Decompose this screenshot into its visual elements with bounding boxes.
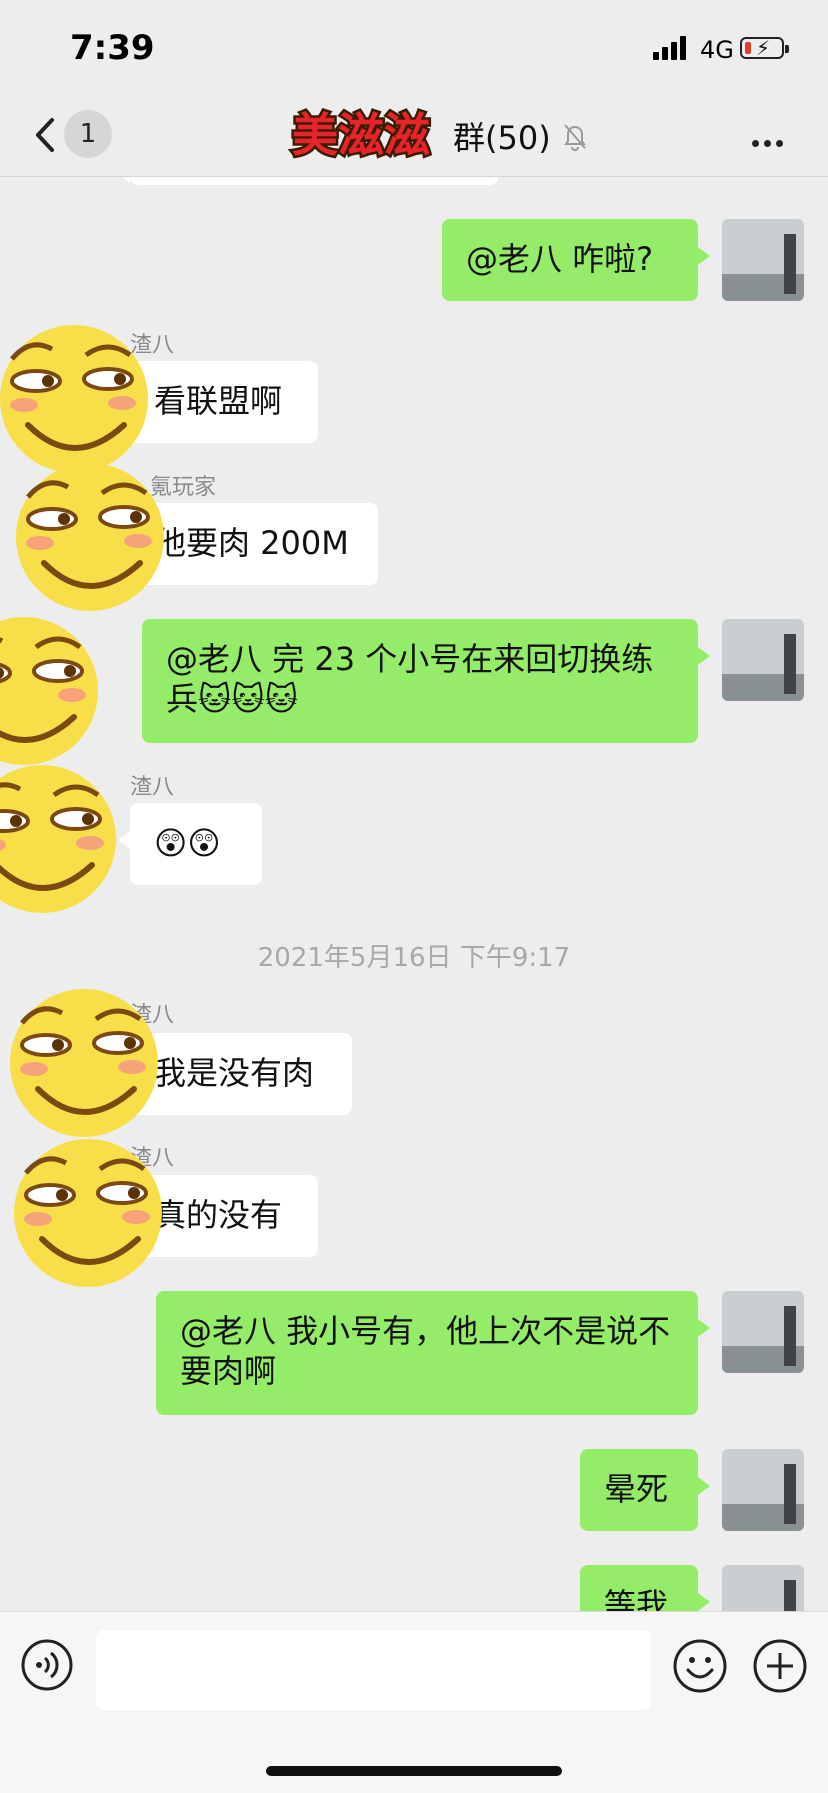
home-indicator bbox=[266, 1766, 562, 1776]
smirk-face-sticker bbox=[14, 1139, 162, 1287]
more-icon[interactable] bbox=[752, 132, 788, 151]
smirk-face-sticker bbox=[0, 325, 148, 473]
chat-header: 1 美滋滋 群(50) bbox=[0, 96, 828, 177]
group-member-count: 群(50) bbox=[453, 119, 551, 157]
message-bubble-in[interactable]: 他要肉 200M bbox=[118, 503, 378, 585]
status-bar: 7:39 4G ⚡ bbox=[0, 0, 828, 96]
message-bubble-in[interactable]: 我是没有肉 bbox=[118, 1033, 352, 1115]
chat-timestamp: 2021年5月16日 下午9:17 bbox=[257, 943, 571, 973]
message-bubble-in[interactable]: 😲😲 bbox=[118, 803, 262, 885]
sender-name: 渣八 bbox=[130, 775, 175, 800]
self-avatar[interactable] bbox=[722, 219, 804, 301]
group-name-logo: 美滋滋 bbox=[290, 106, 433, 165]
self-avatar[interactable] bbox=[722, 619, 804, 701]
mute-icon bbox=[563, 124, 586, 151]
self-avatar[interactable] bbox=[722, 1449, 804, 1531]
self-avatar[interactable] bbox=[722, 1291, 804, 1373]
smirk-face-sticker bbox=[0, 765, 116, 913]
voice-icon[interactable] bbox=[20, 1638, 74, 1692]
input-bar bbox=[0, 1611, 828, 1793]
chat-messages: @老八 咋啦? 渣八 看联盟啊 氪玩家 他要肉 200M @老八 完 23 个小… bbox=[0, 177, 828, 1611]
partial-message-bubble[interactable] bbox=[118, 177, 498, 185]
back-icon[interactable] bbox=[28, 112, 68, 158]
signal-icon bbox=[653, 36, 691, 60]
unread-count-badge[interactable]: 1 bbox=[64, 110, 112, 158]
message-input[interactable] bbox=[96, 1630, 651, 1710]
message-bubble-out[interactable]: @老八 完 23 个小号在来回切换练兵🐱🐱🐱 bbox=[142, 619, 710, 743]
chat-title[interactable]: 美滋滋 群(50) bbox=[288, 96, 589, 176]
message-bubble-out[interactable]: @老八 我小号有，他上次不是说不要肉啊 bbox=[156, 1291, 710, 1415]
group-logo-text: 美滋滋 bbox=[292, 108, 430, 162]
smirk-face-sticker bbox=[16, 463, 164, 611]
battery-icon: ⚡ bbox=[740, 36, 789, 60]
emoji-icon[interactable] bbox=[672, 1638, 728, 1694]
message-bubble-in[interactable]: 看联盟啊 bbox=[118, 361, 318, 443]
status-time: 7:39 bbox=[70, 28, 155, 68]
message-bubble-out[interactable]: @老八 咋啦? bbox=[442, 219, 710, 301]
smirk-face-sticker bbox=[0, 617, 98, 765]
smirk-face-sticker bbox=[10, 989, 158, 1137]
message-bubble-out[interactable]: 晕死 bbox=[580, 1449, 710, 1531]
message-bubble-out[interactable]: 等我 bbox=[580, 1565, 710, 1611]
self-avatar[interactable] bbox=[722, 1565, 804, 1611]
plus-icon[interactable] bbox=[752, 1638, 808, 1694]
network-label: 4G bbox=[700, 36, 734, 64]
